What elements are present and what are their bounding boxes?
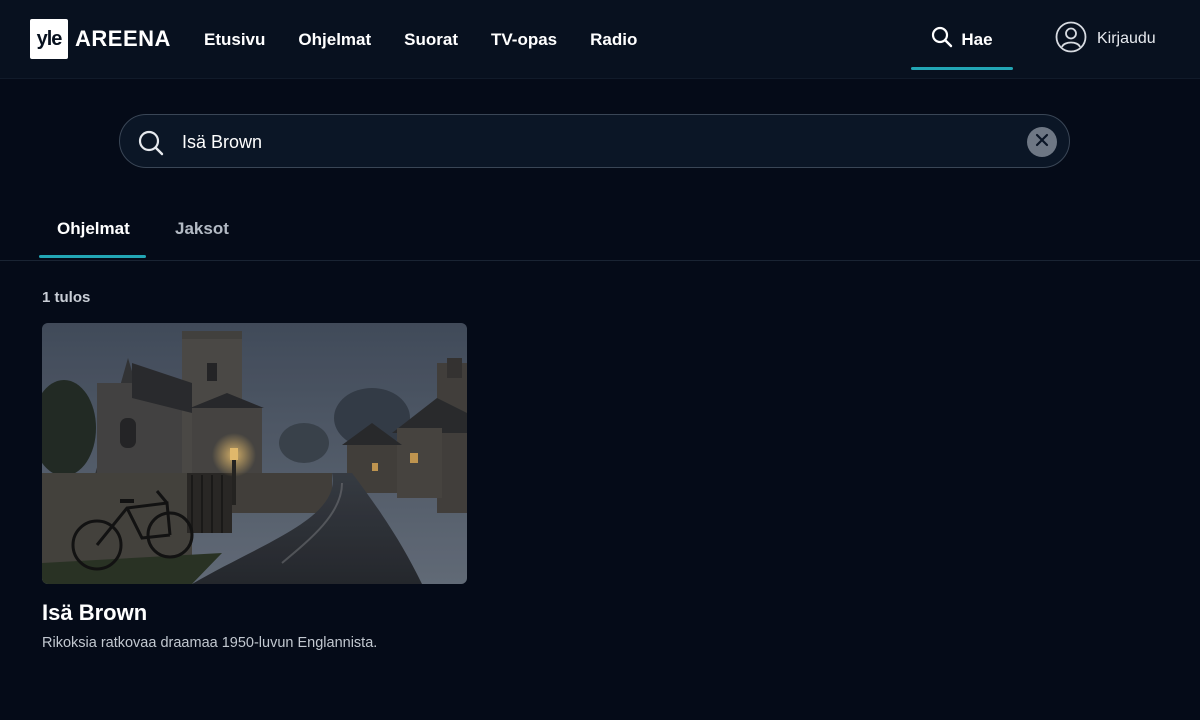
nav-item-suorat[interactable]: Suorat <box>404 30 458 50</box>
nav-item-etusivu[interactable]: Etusivu <box>204 30 265 50</box>
search-field-icon <box>137 129 165 162</box>
nav-search-button[interactable]: Hae <box>911 0 1013 79</box>
nav-item-ohjelmat[interactable]: Ohjelmat <box>298 30 371 50</box>
nav-item-radio[interactable]: Radio <box>590 30 637 50</box>
search-bar <box>119 114 1070 168</box>
tab-ohjelmat[interactable]: Ohjelmat <box>57 219 130 239</box>
yle-areena-logo[interactable]: yle AREENA <box>30 19 171 59</box>
result-count: 1 tulos <box>42 289 91 306</box>
main-nav: Etusivu Ohjelmat Suorat TV-opas Radio <box>204 0 670 79</box>
clear-x-icon <box>1035 133 1049 152</box>
active-tab-indicator <box>39 255 146 258</box>
yle-logo-mark: yle <box>30 19 68 59</box>
user-circle-icon <box>1055 21 1087 58</box>
nav-search-label: Hae <box>961 29 993 49</box>
nav-item-tv-opas[interactable]: TV-opas <box>491 30 557 50</box>
program-card[interactable]: Isä Brown Rikoksia ratkovaa draamaa 1950… <box>42 323 467 651</box>
program-thumbnail[interactable] <box>42 323 467 584</box>
program-description: Rikoksia ratkovaa draamaa 1950-luvun Eng… <box>42 635 378 651</box>
program-title[interactable]: Isä Brown <box>42 600 467 626</box>
login-button[interactable]: Kirjaudu <box>1055 21 1156 58</box>
login-label: Kirjaudu <box>1097 30 1156 47</box>
tab-jaksot[interactable]: Jaksot <box>175 219 229 239</box>
search-input[interactable] <box>182 127 1002 157</box>
search-icon <box>931 26 953 53</box>
clear-search-button[interactable] <box>1027 127 1057 157</box>
areena-logo-text: AREENA <box>75 26 171 51</box>
top-navigation-bar: yle AREENA Etusivu Ohjelmat Suorat TV-op… <box>0 0 1200 79</box>
result-tabs: Ohjelmat Jaksot <box>0 205 1200 261</box>
